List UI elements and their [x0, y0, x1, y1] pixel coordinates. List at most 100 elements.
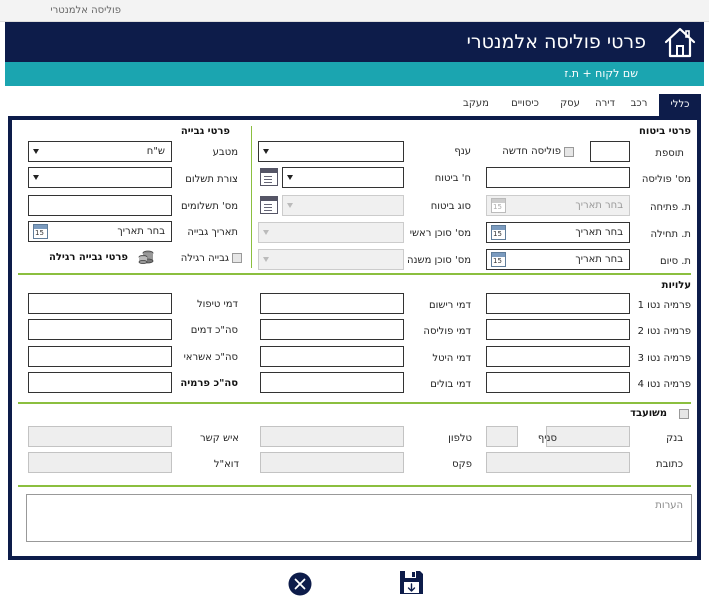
coins-icon[interactable] [138, 250, 154, 264]
net-premium-2-input[interactable] [486, 319, 630, 340]
contact-person-label: איש קשר [199, 433, 239, 444]
insurance-type-label: סוג ביטוח [430, 201, 471, 212]
handling-surcharge-input[interactable] [260, 346, 404, 367]
chevron-down-icon [263, 257, 269, 262]
end-date-label: ת. סיום [659, 256, 691, 267]
net-premium-3-label: פרמיה נטו 3 [637, 353, 691, 364]
fax-input[interactable] [260, 452, 404, 473]
net-premium-1-label: פרמיה נטו 1 [637, 300, 691, 311]
collection-date-input[interactable]: בחר תאריך 15 [28, 221, 172, 242]
branch-select[interactable] [258, 141, 404, 162]
net-premium-4-label: פרמיה נטו 4 [637, 379, 691, 390]
tab-general[interactable]: כללי [659, 94, 701, 116]
phone-label: טלפון [448, 433, 472, 444]
net-premium-3-input[interactable] [486, 346, 630, 367]
addition-input[interactable] [590, 141, 630, 162]
pledged-checkbox[interactable] [679, 409, 689, 419]
chevron-down-icon [287, 203, 293, 208]
address-input[interactable] [486, 452, 630, 473]
calendar-icon[interactable]: 15 [33, 224, 48, 239]
payment-method-label: צורת תשלום [185, 174, 238, 185]
window-icon[interactable] [260, 196, 278, 214]
handling-fee-label: דמי טיפול [196, 299, 238, 310]
phone-input[interactable] [260, 426, 404, 447]
payment-method-select[interactable] [28, 167, 172, 188]
notes-textarea[interactable]: הערות [26, 494, 692, 542]
total-premium-label: סה"כ פרמיה [180, 378, 238, 389]
policy-number-input[interactable] [486, 167, 630, 188]
start-date-label: ת. תחילה [650, 229, 692, 240]
window-icon[interactable] [260, 168, 278, 186]
branch-number-input[interactable] [486, 426, 518, 447]
opening-date-label: ת. פתיחה [649, 202, 691, 213]
calendar-icon[interactable]: 15 [491, 252, 506, 267]
email-input[interactable] [28, 452, 172, 473]
chevron-down-icon [33, 149, 39, 154]
window-title-bar: פוליסה אלמנטרי [0, 0, 709, 22]
tab-tracking[interactable]: מעקב [455, 94, 497, 116]
home-icon[interactable] [662, 24, 698, 60]
calendar-icon[interactable]: 15 [491, 198, 506, 213]
handling-surcharge-label: דמי היטל [432, 353, 471, 364]
addition-label: תוספת [655, 148, 684, 159]
regular-collection-details-link[interactable]: פרטי גבייה רגילה [49, 252, 128, 263]
collection-date-label: תאריך גבייה [187, 227, 238, 238]
branch-number-label: סניף [537, 433, 557, 444]
insurance-company-select[interactable] [282, 167, 404, 188]
insurance-type-select[interactable] [282, 195, 404, 216]
contact-person-input[interactable] [28, 426, 172, 447]
notes-placeholder: הערות [655, 500, 683, 511]
window-title: פוליסה אלמנטרי [50, 5, 121, 16]
client-name-id: שם לקוח + ת.ז [564, 67, 638, 80]
end-date-value: בחר תאריך [575, 254, 623, 265]
pledged-section-title: משועבד [630, 408, 667, 419]
sub-agent-select[interactable] [258, 249, 404, 270]
new-policy-label: פוליסה חדשה [502, 146, 561, 157]
tab-business[interactable]: עסק [554, 94, 586, 116]
currency-value: ש"ח [146, 146, 165, 157]
save-icon[interactable] [398, 569, 425, 596]
bank-input[interactable] [546, 426, 630, 447]
currency-select[interactable]: ש"ח [28, 141, 172, 162]
start-date-input[interactable]: בחר תאריך 15 [486, 222, 630, 243]
net-premium-4-input[interactable] [486, 372, 630, 393]
end-date-input[interactable]: בחר תאריך 15 [486, 249, 630, 270]
new-policy-checkbox[interactable] [564, 147, 574, 157]
regular-collection-label: גבייה רגילה [180, 253, 229, 264]
fax-label: פקס [452, 459, 472, 470]
email-label: דוא"ל [213, 459, 239, 470]
total-credit-input[interactable] [28, 346, 172, 367]
opening-date-input[interactable]: בחר תאריך 15 [486, 195, 630, 216]
registration-fee-input[interactable] [260, 293, 404, 314]
start-date-value: בחר תאריך [575, 227, 623, 238]
tab-coverages[interactable]: כיסויים [500, 94, 550, 116]
page-header: פרטי פוליסה אלמנטרי [5, 22, 704, 62]
close-icon[interactable] [288, 572, 312, 596]
regular-collection-checkbox[interactable] [232, 253, 242, 263]
section-divider [18, 485, 691, 487]
policy-fee-input[interactable] [260, 319, 404, 340]
main-agent-select[interactable] [258, 222, 404, 243]
collection-date-value: בחר תאריך [117, 226, 165, 237]
section-separator [251, 126, 252, 268]
net-premium-2-label: פרמיה נטו 2 [637, 326, 691, 337]
insurance-company-label: ח' ביטוח [434, 173, 471, 184]
registration-fee-label: דמי רישום [429, 300, 471, 311]
chevron-down-icon [287, 175, 293, 180]
payments-count-input[interactable] [28, 195, 172, 216]
stamp-fee-input[interactable] [260, 372, 404, 393]
net-premium-1-input[interactable] [486, 293, 630, 314]
client-subheader: שם לקוח + ת.ז [5, 62, 704, 86]
tab-car[interactable]: רכב [622, 94, 656, 116]
handling-fee-input[interactable] [28, 293, 172, 314]
insurance-section-title: פרטי ביטוח [639, 126, 691, 137]
tab-apartment[interactable]: דירה [588, 94, 622, 116]
total-fees-label: סה"כ דמים [190, 325, 238, 336]
branch-label: ענף [454, 146, 471, 157]
calendar-icon[interactable]: 15 [491, 225, 506, 240]
total-fees-input[interactable] [28, 319, 172, 340]
total-premium-input[interactable] [28, 372, 172, 393]
chevron-down-icon [263, 149, 269, 154]
policy-fee-label: דמי פוליסה [423, 326, 471, 337]
payments-count-label: מס' תשלומים [181, 201, 238, 212]
